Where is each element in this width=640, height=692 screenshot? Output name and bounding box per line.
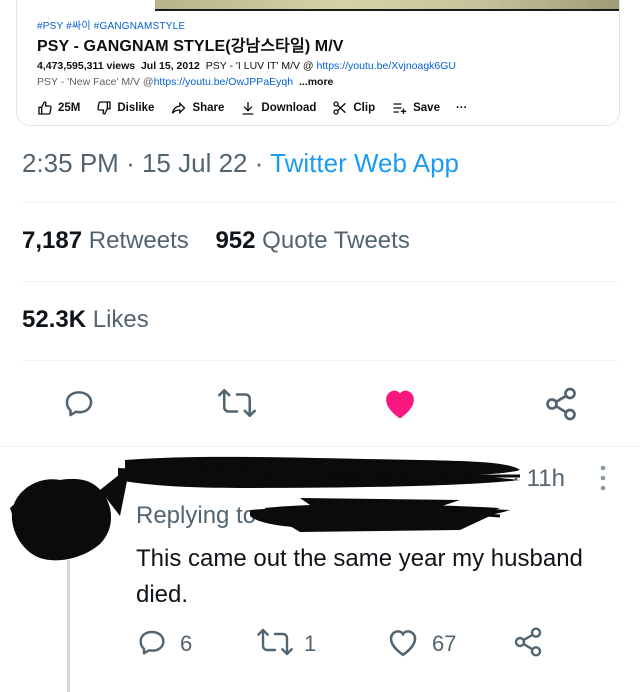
reply-text: This came out the same year my husband d… xyxy=(136,545,583,608)
like-video-button[interactable]: 25M xyxy=(37,100,80,116)
reply-timestamp[interactable]: · 11h xyxy=(512,465,565,493)
view-count: 4,473,595,311 views xyxy=(37,60,136,72)
share-video-button[interactable]: Share xyxy=(170,100,224,116)
download-icon xyxy=(243,102,254,115)
more-actions-button[interactable]: ··· xyxy=(456,102,468,114)
dislike-label: Dislike xyxy=(117,102,155,114)
share-label: Share xyxy=(192,102,225,114)
likes-stat[interactable]: 52.3K Likes xyxy=(22,306,149,334)
download-label: Download xyxy=(261,102,317,114)
download-button[interactable]: Download xyxy=(240,100,316,116)
scissors-icon xyxy=(333,101,347,115)
share-arrow-icon xyxy=(172,101,186,115)
youtube-embed-card[interactable]: #PSY #싸이 #GANGNAMSTYLE PSY - GANGNAM STY… xyxy=(16,0,620,126)
retweet-icon[interactable] xyxy=(217,386,257,420)
redaction-scribble-handle xyxy=(250,506,510,532)
quote-tweets-label: Quote Tweets xyxy=(262,227,410,254)
upload-date: Jul 15, 2012 xyxy=(140,60,200,72)
quote-tweets-link[interactable]: 952 Quote Tweets xyxy=(215,227,409,254)
save-label: Save xyxy=(413,102,440,114)
more-link[interactable]: ...more xyxy=(299,76,333,88)
thumbs-up-icon xyxy=(38,101,52,115)
reply-count: 6 xyxy=(180,631,193,656)
like-count: 67 xyxy=(432,631,457,656)
thumbs-down-icon xyxy=(97,101,112,115)
replying-to: Replying to xyxy=(136,502,256,530)
more-options-icon[interactable] xyxy=(597,463,609,493)
playlist-add-icon xyxy=(393,103,407,114)
description-text-2: PSY - 'New Face' M/V @ xyxy=(37,76,154,88)
video-description-line1: 4,473,595,311 views Jul 15, 2012 PSY - '… xyxy=(37,60,456,72)
likes-count: 52.3K xyxy=(22,306,87,333)
retweet-count: 7,187 xyxy=(22,227,83,254)
retweets-label: Retweets xyxy=(88,227,189,254)
dislike-video-button[interactable]: Dislike xyxy=(96,100,154,116)
like-count: 25M xyxy=(58,102,81,114)
replying-to-label: Replying to xyxy=(136,502,257,529)
tweet-source-link[interactable]: Twitter Web App xyxy=(270,148,459,178)
tweet-date[interactable]: 15 Jul 22 xyxy=(142,148,248,178)
retweet-icon[interactable] xyxy=(256,626,294,658)
clip-button[interactable]: Clip xyxy=(332,100,375,116)
divider xyxy=(22,281,618,282)
separator-dot: · xyxy=(126,148,135,178)
divider xyxy=(22,360,618,361)
heart-icon[interactable] xyxy=(381,386,419,420)
tweet-time[interactable]: 2:35 PM xyxy=(22,148,119,178)
clip-label: Clip xyxy=(353,102,376,114)
separator-dot: · xyxy=(254,148,264,178)
retweets-link[interactable]: 7,187 Retweets xyxy=(22,227,189,254)
retweet-count: 1 xyxy=(304,631,317,656)
save-button[interactable]: Save xyxy=(391,100,440,116)
divider xyxy=(22,202,618,203)
thread-line xyxy=(67,560,70,692)
video-actions: 25M Dislike Share Download Clip Save ··· xyxy=(37,100,483,116)
video-thumbnail[interactable] xyxy=(155,0,619,11)
description-link-2[interactable]: https://youtu.be/OwJPPaEyqh xyxy=(154,76,294,88)
share-icon[interactable] xyxy=(512,626,544,658)
more-dots-icon: ··· xyxy=(455,102,468,114)
share-icon[interactable] xyxy=(543,386,579,422)
likes-label: Likes xyxy=(92,306,149,333)
tweet-timestamp: 2:35 PM · 15 Jul 22 · Twitter Web App xyxy=(22,148,459,179)
reply-icon[interactable] xyxy=(136,626,168,658)
video-title[interactable]: PSY - GANGNAM STYLE(강남스타일) M/V xyxy=(37,32,344,56)
reply-icon[interactable] xyxy=(62,386,96,420)
description-link-1[interactable]: https://youtu.be/Xvjnoagk6GU xyxy=(317,60,457,72)
video-description-line2: PSY - 'New Face' M/V @https://youtu.be/O… xyxy=(37,76,333,88)
description-text: PSY - 'I LUV IT' M/V @ xyxy=(205,60,314,72)
video-hashtags[interactable]: #PSY #싸이 #GANGNAMSTYLE xyxy=(37,17,185,32)
quote-count: 952 xyxy=(215,227,256,254)
heart-icon[interactable] xyxy=(386,626,420,658)
engagement-stats: 7,187 Retweets 952 Quote Tweets xyxy=(22,227,410,255)
